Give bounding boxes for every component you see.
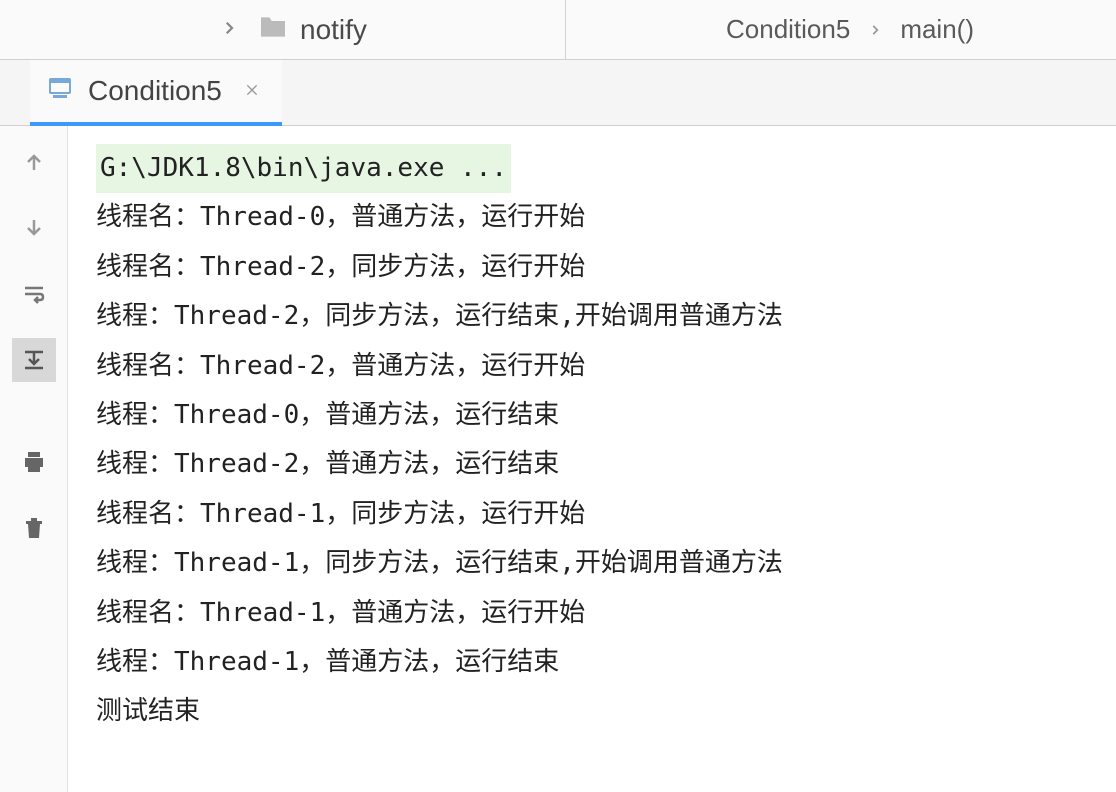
run-toolbar [0,126,68,792]
console-line: 线程名：Thread-1，同步方法，运行开始 [96,490,1088,539]
tab-condition5[interactable]: Condition5 [30,60,282,126]
console-line: 线程：Thread-1，同步方法，运行结束,开始调用普通方法 [96,539,1088,588]
scroll-to-end-button[interactable] [12,338,56,382]
breadcrumb-item-class[interactable]: Condition5 [726,14,850,45]
console-line: 线程名：Thread-0，普通方法，运行开始 [96,193,1088,242]
console-line: 线程：Thread-2，同步方法，运行结束,开始调用普通方法 [96,292,1088,341]
close-icon[interactable] [244,77,260,105]
soft-wrap-button[interactable] [12,272,56,316]
console-line: 线程：Thread-1，普通方法，运行结束 [96,638,1088,687]
breadcrumb-item-method[interactable]: main() [900,14,974,45]
breadcrumb-separator-icon [868,17,882,43]
run-config-icon [48,76,76,105]
console-output[interactable]: G:\JDK1.8\bin\java.exe ... 线程名：Thread-0，… [68,126,1116,792]
console-line: 测试结束 [96,687,1088,736]
console-line: 线程：Thread-0，普通方法，运行结束 [96,391,1088,440]
breadcrumb: Condition5 main() [566,14,974,45]
console-exec-line: G:\JDK1.8\bin\java.exe ... [96,144,511,193]
tabs-row: Condition5 [0,60,1116,126]
console-line: 线程名：Thread-1，普通方法，运行开始 [96,589,1088,638]
clear-button[interactable] [12,506,56,550]
console-line: 线程：Thread-2，普通方法，运行结束 [96,440,1088,489]
console-line: 线程名：Thread-2，同步方法，运行开始 [96,243,1088,292]
main-area: G:\JDK1.8\bin\java.exe ... 线程名：Thread-0，… [0,126,1116,792]
folder-name: notify [300,14,367,46]
folder-icon [258,14,288,46]
print-button[interactable] [12,440,56,484]
down-stack-button[interactable] [12,206,56,250]
top-navigation-bar: notify Condition5 main() [0,0,1116,60]
chevron-right-icon[interactable] [220,16,238,44]
up-stack-button[interactable] [12,140,56,184]
console-line: 线程名：Thread-2，普通方法，运行开始 [96,342,1088,391]
folder-breadcrumb-item[interactable]: notify [258,14,367,46]
tab-label: Condition5 [88,75,222,107]
top-bar-left: notify [0,14,565,46]
